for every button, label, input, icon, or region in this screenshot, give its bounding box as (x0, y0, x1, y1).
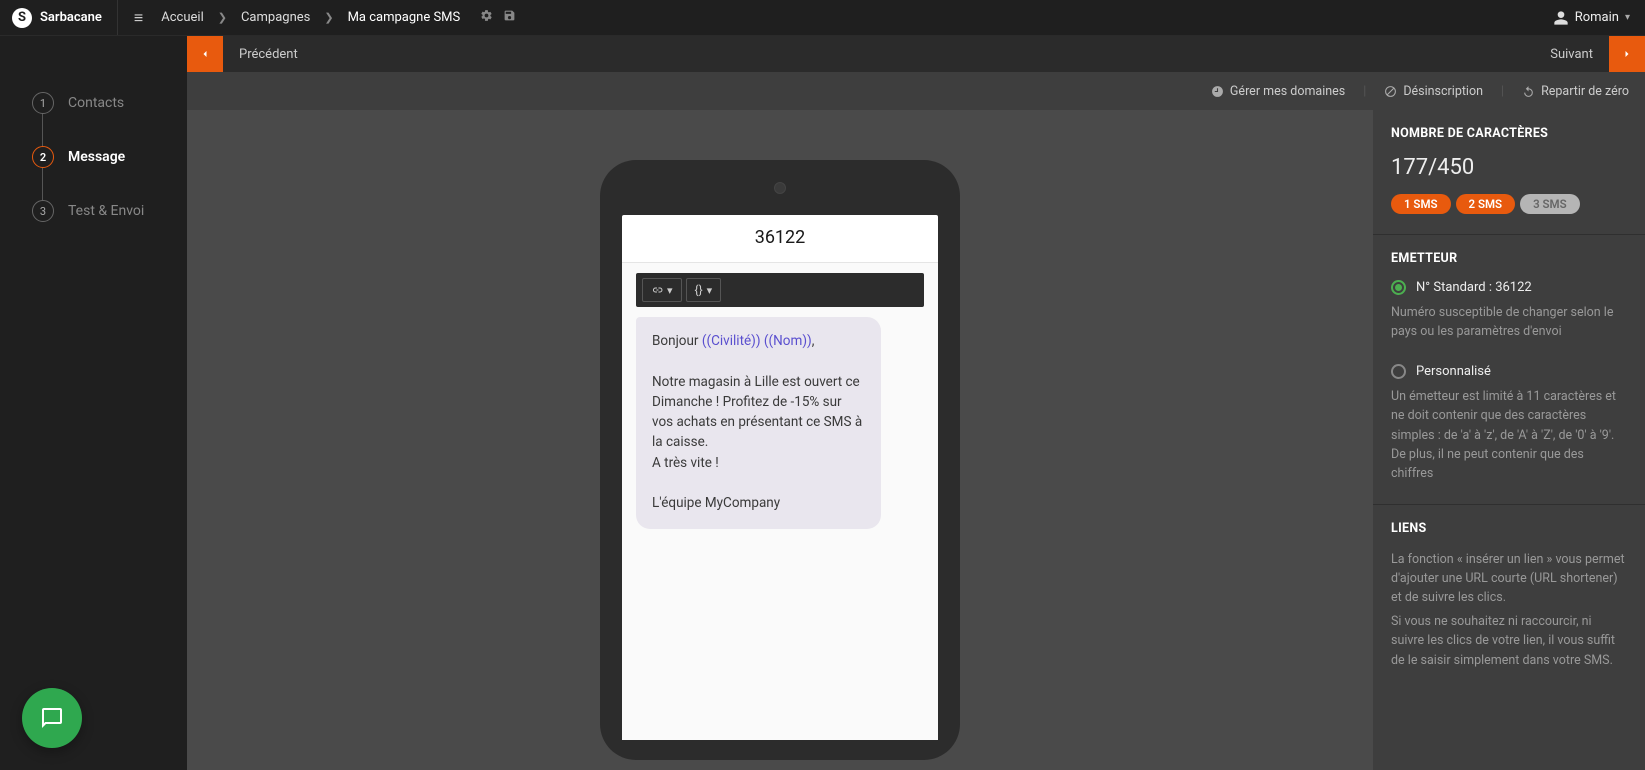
merge-field-nom: ((Nom)) (764, 333, 812, 349)
step-label: Contacts (68, 95, 124, 111)
chat-icon (40, 706, 64, 730)
insert-field-button[interactable]: {} ▾ (686, 278, 722, 302)
chevron-down-icon: ▾ (707, 284, 713, 297)
step-test-envoi[interactable]: 3 Test & Envoi (0, 184, 187, 238)
chat-fab[interactable] (22, 688, 82, 748)
reset-link[interactable]: Repartir de zéro (1522, 84, 1629, 99)
topbar: S Sarbacane ≡ Accueil ❯ Campagnes ❯ Ma c… (0, 0, 1645, 36)
step-label: Message (68, 149, 125, 165)
step-label: Test & Envoi (68, 203, 144, 219)
emitter-standard-radio[interactable]: N° Standard : 36122 (1391, 280, 1627, 295)
save-icon[interactable] (503, 9, 516, 26)
message-toolbar: ▾ {} ▾ (636, 273, 924, 307)
merge-field-civilite: ((Civilité)) (702, 333, 761, 349)
radio-icon (1391, 280, 1406, 295)
links-help-2: Si vous ne souhaitez ni raccourcir, ni s… (1391, 612, 1627, 670)
refresh-icon (1522, 85, 1535, 98)
menu-icon[interactable]: ≡ (130, 8, 151, 28)
gear-icon[interactable] (480, 9, 493, 26)
phone-mockup: 36122 ▾ {} ▾ Bonjour ((Civilité)) ((Nom)… (600, 160, 960, 760)
breadcrumb-home[interactable]: Accueil (151, 10, 213, 25)
step-number: 3 (32, 200, 54, 222)
breadcrumb-campaigns[interactable]: Campagnes (231, 10, 320, 25)
phone-screen: 36122 ▾ {} ▾ Bonjour ((Civilité)) ((Nom)… (622, 215, 938, 740)
breadcrumb: ≡ Accueil ❯ Campagnes ❯ Ma campagne SMS (118, 0, 516, 35)
prev-button[interactable] (187, 36, 223, 72)
next-button[interactable] (1609, 36, 1645, 72)
sender-number: 36122 (622, 227, 938, 248)
user-name: Romain (1575, 10, 1619, 25)
chevron-down-icon: ▾ (1625, 12, 1630, 23)
user-menu[interactable]: Romain ▾ (1538, 10, 1645, 26)
emitter-section: EMETTEUR N° Standard : 36122 Numéro susc… (1373, 234, 1645, 504)
step-number: 1 (32, 92, 54, 114)
brand-name: Sarbacane (40, 10, 102, 25)
sms-pill-1: 1 SMS (1391, 194, 1451, 214)
insert-link-button[interactable]: ▾ (642, 278, 682, 302)
links-help-1: La fonction « insérer un lien » vous per… (1391, 550, 1627, 608)
phone-camera-icon (774, 182, 786, 194)
links-section: LIENS La fonction « insérer un lien » vo… (1373, 504, 1645, 690)
chars-heading: NOMBRE DE CARACTÈRES (1391, 126, 1627, 141)
emitter-heading: EMETTEUR (1391, 251, 1627, 266)
unsubscribe-link[interactable]: Désinscription (1384, 84, 1483, 99)
emitter-custom-radio[interactable]: Personnalisé (1391, 364, 1627, 379)
manage-domains-link[interactable]: Gérer mes domaines (1211, 84, 1345, 99)
chars-section: NOMBRE DE CARACTÈRES 177/450 1 SMS 2 SMS… (1373, 110, 1645, 234)
emitter-custom-help: Un émetteur est limité à 11 caractères e… (1391, 387, 1627, 484)
sms-message-bubble[interactable]: Bonjour ((Civilité)) ((Nom)), Notre maga… (636, 317, 881, 529)
sms-pill-2: 2 SMS (1456, 194, 1516, 214)
chevron-right-icon: ❯ (320, 11, 337, 24)
step-number: 2 (32, 146, 54, 168)
sms-pill-3: 3 SMS (1520, 194, 1580, 214)
next-label[interactable]: Suivant (1550, 47, 1609, 62)
logo-icon: S (12, 8, 32, 28)
chevron-down-icon: ▾ (667, 284, 673, 297)
prev-label[interactable]: Précédent (223, 47, 298, 62)
breadcrumb-current[interactable]: Ma campagne SMS (338, 10, 471, 25)
chevron-left-icon (199, 48, 211, 60)
links-heading: LIENS (1391, 521, 1627, 536)
preview-stage: 36122 ▾ {} ▾ Bonjour ((Civilité)) ((Nom)… (187, 110, 1373, 770)
user-icon (1553, 10, 1569, 26)
settings-panel: NOMBRE DE CARACTÈRES 177/450 1 SMS 2 SMS… (1373, 110, 1645, 770)
step-message[interactable]: 2 Message (0, 130, 187, 184)
chevron-right-icon (1621, 48, 1633, 60)
secondary-toolbar: Gérer mes domaines | Désinscription | Re… (187, 72, 1645, 110)
block-icon (1384, 85, 1397, 98)
clock-icon (1211, 85, 1224, 98)
radio-icon (1391, 364, 1406, 379)
emitter-standard-help: Numéro susceptible de changer selon le p… (1391, 303, 1627, 342)
steps-sidebar: 1 Contacts 2 Message 3 Test & Envoi (0, 36, 187, 770)
brand-logo[interactable]: S Sarbacane (0, 0, 118, 35)
phone-header: 36122 (622, 215, 938, 263)
chars-count: 177/450 (1391, 155, 1627, 180)
wizard-nav: Précédent Suivant (187, 36, 1645, 72)
chevron-right-icon: ❯ (214, 11, 231, 24)
step-contacts[interactable]: 1 Contacts (0, 76, 187, 130)
